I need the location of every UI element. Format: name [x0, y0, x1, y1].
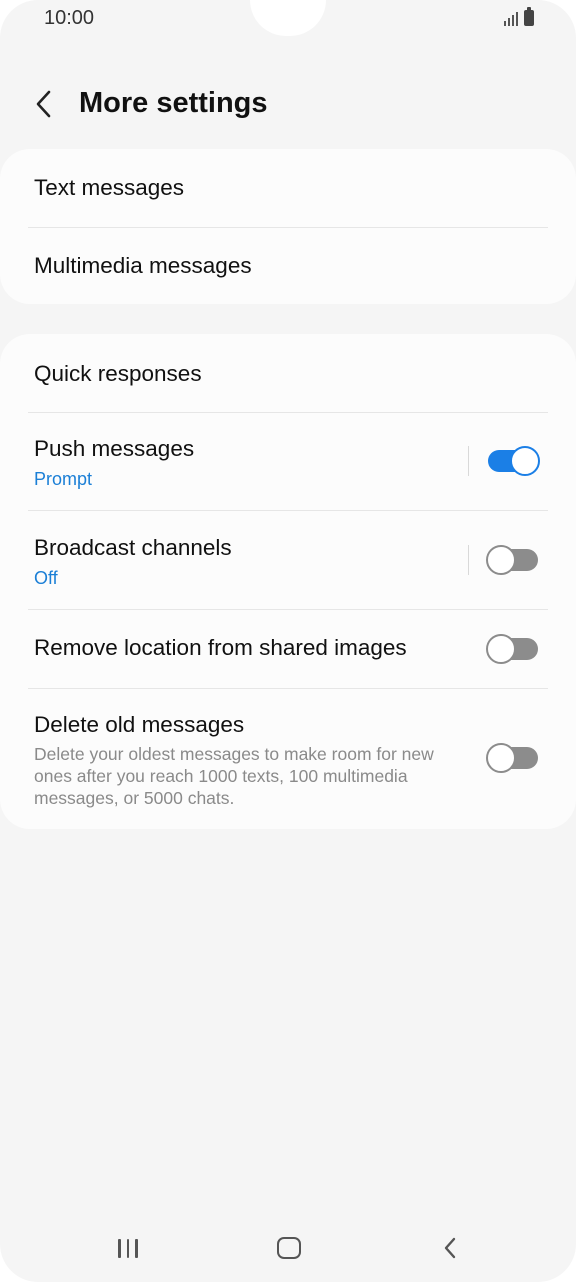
- delete-old-messages-toggle[interactable]: [486, 743, 540, 773]
- broadcast-channels-label: Broadcast channels: [34, 535, 232, 560]
- page-title: More settings: [79, 87, 268, 119]
- camera-notch: [250, 0, 326, 36]
- broadcast-channels-item[interactable]: Broadcast channels Off: [0, 511, 576, 609]
- broadcast-channels-status: Off: [34, 568, 58, 588]
- text-messages-item[interactable]: Text messages: [0, 149, 576, 227]
- app-bar: More settings: [0, 76, 576, 136]
- status-time: 10:00: [44, 7, 95, 29]
- status-icons: [504, 7, 534, 26]
- vertical-divider: [468, 545, 469, 575]
- back-icon[interactable]: [426, 1232, 474, 1264]
- chevron-left-icon: [36, 90, 51, 118]
- quick-responses-label: Quick responses: [34, 361, 202, 386]
- back-button[interactable]: [24, 84, 64, 124]
- settings-group-messages: Text messages Multimedia messages: [0, 149, 576, 304]
- screen: 10:00 More settings Text messages Multim…: [0, 0, 576, 1282]
- text-messages-label: Text messages: [34, 175, 185, 200]
- status-bar: 10:00: [0, 0, 576, 40]
- multimedia-messages-label: Multimedia messages: [34, 253, 252, 278]
- home-icon[interactable]: [265, 1232, 313, 1264]
- toggle-knob: [486, 545, 516, 575]
- multimedia-messages-item[interactable]: Multimedia messages: [0, 228, 576, 304]
- quick-responses-item[interactable]: Quick responses: [0, 334, 576, 412]
- toggle-knob: [486, 634, 516, 664]
- push-messages-label: Push messages: [34, 436, 195, 461]
- delete-old-messages-item[interactable]: Delete old messages Delete your oldest m…: [0, 689, 576, 829]
- battery-icon: [524, 7, 534, 26]
- settings-group-options: Quick responses Push messages Prompt Bro…: [0, 334, 576, 829]
- push-messages-toggle[interactable]: [486, 446, 540, 476]
- push-messages-status: Prompt: [34, 469, 93, 489]
- delete-old-messages-description: Delete your oldest messages to make room…: [34, 744, 434, 808]
- recents-icon[interactable]: [104, 1232, 152, 1264]
- push-messages-item[interactable]: Push messages Prompt: [0, 413, 576, 510]
- remove-location-label: Remove location from shared images: [34, 635, 407, 660]
- navigation-bar: [0, 1218, 576, 1278]
- remove-location-toggle[interactable]: [486, 634, 540, 664]
- signal-icon: [504, 10, 518, 26]
- remove-location-item[interactable]: Remove location from shared images: [0, 610, 576, 688]
- toggle-knob: [486, 743, 516, 773]
- delete-old-messages-label: Delete old messages: [34, 712, 245, 737]
- broadcast-channels-toggle[interactable]: [486, 545, 540, 575]
- toggle-knob: [510, 446, 540, 476]
- vertical-divider: [468, 446, 469, 476]
